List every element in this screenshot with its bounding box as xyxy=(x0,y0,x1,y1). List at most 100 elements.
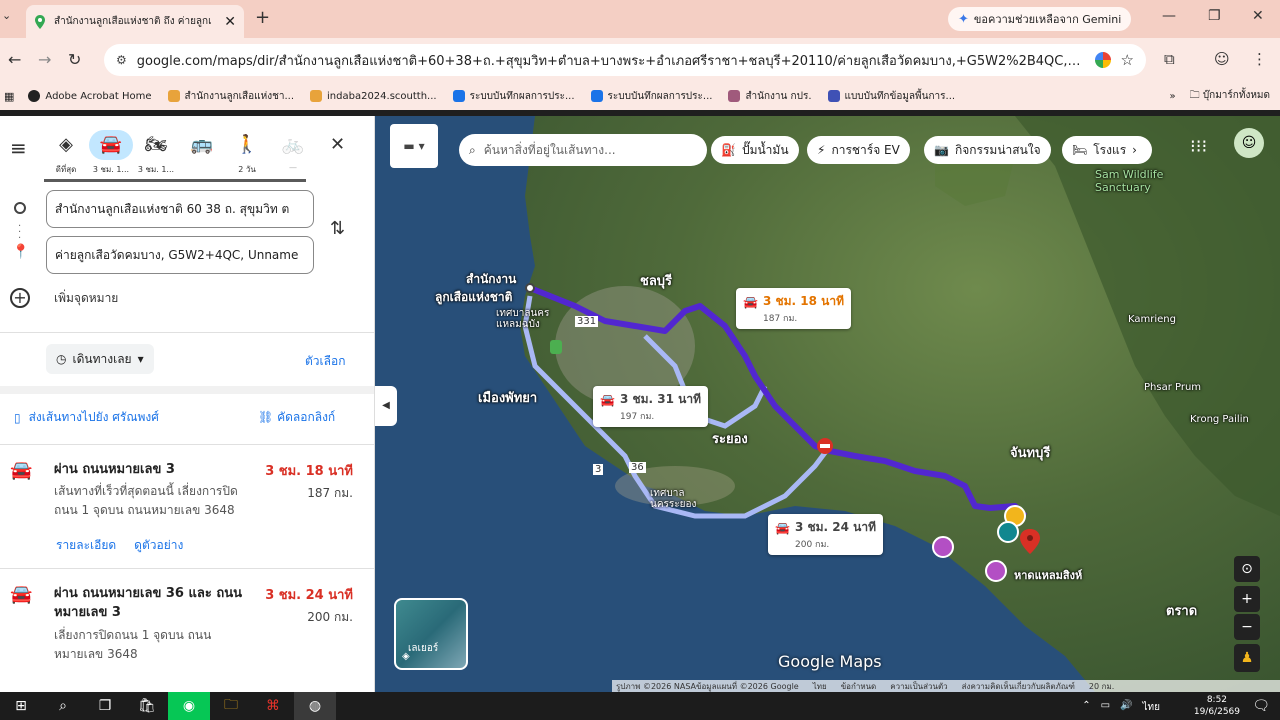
search-along-route-input[interactable]: ⌕ ค้นหาสิ่งที่อยู่ในเส้นทาง... xyxy=(459,134,707,166)
route-option[interactable]: 🚘 ผ่าน ถนนหมายเลข 36 และ ถนนหมายเลข 3 3 … xyxy=(0,584,374,692)
all-bookmarks-folder[interactable]: 🗀 บุ๊กมาร์กทั้งหมด xyxy=(1190,88,1270,105)
start-button[interactable]: ⊞ xyxy=(0,692,42,720)
chrome-icon[interactable]: ◍ xyxy=(294,692,336,720)
chevron-up-icon[interactable]: ⌃ xyxy=(1082,700,1090,715)
street-view-pegman-icon[interactable]: ♟ xyxy=(1234,644,1260,672)
new-tab-button[interactable]: + xyxy=(255,7,270,28)
layers-button[interactable]: ◈ เลเยอร์ xyxy=(394,598,468,670)
gemini-button[interactable]: ✦ ขอความช่วยเหลือจาก Gemini xyxy=(948,7,1132,31)
bookmark-item[interactable]: แบบบันทึกข้อมูลพื้นการ... xyxy=(827,89,955,104)
search-icon[interactable]: ⌕ xyxy=(42,692,84,720)
route-callout-primary[interactable]: 🚘 3 ชม. 18 นาที 187 กม. xyxy=(736,288,851,329)
my-location-button[interactable]: ⊙ xyxy=(1234,556,1260,582)
map-label-krong-pailin: Krong Pailin xyxy=(1190,414,1249,425)
copy-link-button[interactable]: ⛓ คัดลอกลิงก์ xyxy=(258,408,335,427)
chip-attractions[interactable]: 📷 กิจกรรมน่าสนใจ xyxy=(924,136,1051,164)
directions-pane: ≡ ◈ ดีที่สุด 🚘 3 ชม. 1... 🏍 3 ชม. 1... 🚌… xyxy=(0,116,375,692)
extensions-icon[interactable]: ⧉ xyxy=(1164,50,1175,68)
route-callout-alt[interactable]: 🚘 3 ชม. 24 นาที 200 กม. xyxy=(768,514,883,555)
network-icon[interactable]: ▭ xyxy=(1101,700,1110,715)
browser-menu-icon[interactable]: ⋮ xyxy=(1252,50,1267,68)
plus-circle-icon: + xyxy=(10,288,30,308)
car-icon: 🚘 xyxy=(775,520,790,535)
mode-car[interactable]: 🚘 3 ชม. 1... xyxy=(89,130,133,176)
hamburger-menu-icon[interactable]: ≡ xyxy=(10,136,27,160)
clock-date: 19/6/2569 xyxy=(1193,707,1240,717)
google-maps-logo: Google Maps xyxy=(778,652,882,671)
route-callout-alt[interactable]: 🚘 3 ชม. 31 นาที 197 กม. xyxy=(593,386,708,427)
bookmark-star-icon[interactable]: ☆ xyxy=(1121,51,1134,69)
send-to-phone-button[interactable]: ▯ ส่งเส้นทางไปยัง ศรัณพงศ์ xyxy=(14,408,159,427)
destination-input[interactable]: ค่ายลูกเสือวัดคมบาง, G5W2+4QC, Unname xyxy=(46,236,314,274)
minimize-button[interactable]: — xyxy=(1162,8,1176,24)
bookmark-item[interactable]: Adobe Acrobat Home xyxy=(28,90,152,102)
layer-toggle-button[interactable]: ▬ ▾ xyxy=(390,124,438,168)
reload-button[interactable]: ↻ xyxy=(68,50,81,69)
store-icon[interactable]: 🛍 xyxy=(126,692,168,720)
send-to-phone-label: ส่งเส้นทางไปยัง ศรัณพงศ์ xyxy=(28,410,159,424)
privacy-link[interactable]: ความเป็นส่วนตัว xyxy=(890,680,947,692)
close-directions-button[interactable]: ✕ xyxy=(330,134,345,155)
chevron-right-icon[interactable]: › xyxy=(1132,143,1137,157)
apps-grid-icon[interactable]: ▦ xyxy=(4,90,14,103)
zoom-in-button[interactable]: + xyxy=(1234,586,1260,612)
mode-best[interactable]: ◈ ดีที่สุด xyxy=(44,130,88,176)
profile-avatar[interactable]: ☺ xyxy=(1214,50,1230,68)
bookmark-item[interactable]: สำนักงาน กปร. xyxy=(728,89,812,104)
chip-ev-charging[interactable]: ⚡ การชาร์จ EV xyxy=(807,136,910,164)
tab-search-icon[interactable]: ⌄ xyxy=(2,9,11,22)
file-explorer-icon[interactable]: 🗀 xyxy=(210,692,252,720)
address-bar[interactable]: ⚙ google.com/maps/dir/สำนักงานลูกเสือแห่… xyxy=(104,44,1146,76)
restore-button[interactable]: ❐ xyxy=(1208,8,1221,24)
line-app-icon[interactable]: ◉ xyxy=(168,692,210,720)
tab-title: สำนักงานลูกเสือแห่งชาติ ถึง ค่ายลูกเ xyxy=(54,16,212,27)
origin-dot-icon xyxy=(14,202,26,214)
task-view-icon[interactable]: ❐ xyxy=(84,692,126,720)
chip-hotels[interactable]: 🛏 โรงแร › xyxy=(1062,136,1152,164)
dropdown-arrow-icon: ▾ xyxy=(418,139,425,153)
zoom-out-button[interactable]: − xyxy=(1234,614,1260,640)
feedback-link[interactable]: ส่งความคิดเห็นเกี่ยวกับผลิตภัณฑ์ xyxy=(962,680,1075,692)
mode-bike[interactable]: 🚲 — xyxy=(271,130,315,172)
tab-close-icon[interactable]: ✕ xyxy=(224,14,236,30)
language-indicator[interactable]: ไทย xyxy=(1143,700,1160,715)
details-link[interactable]: รายละเอียด xyxy=(56,536,116,555)
google-apps-icon[interactable]: ⁝⁝⁝ xyxy=(1190,136,1207,157)
bookmarks-more-button[interactable]: » xyxy=(1170,91,1176,102)
map-label-kamrieng: Kamrieng xyxy=(1128,314,1176,325)
bookmark-item[interactable]: indaba2024.scoutth... xyxy=(310,90,437,102)
add-destination-button[interactable]: + เพิ่มจุดหมาย xyxy=(10,288,118,308)
close-window-button[interactable]: ✕ xyxy=(1252,8,1264,24)
volume-icon[interactable]: 🔊 xyxy=(1120,700,1132,715)
system-tray: ⌃ ▭ 🔊 ไทย xyxy=(1082,700,1160,715)
collapse-pane-button[interactable]: ◀ xyxy=(375,386,397,426)
swap-icon[interactable]: ⇅ xyxy=(330,218,345,239)
tab-active[interactable]: สำนักงานลูกเสือแห่งชาติ ถึง ค่ายลูกเ ✕ xyxy=(26,5,244,38)
clock[interactable]: 8:52 19/6/2569 xyxy=(1194,694,1240,718)
site-info-icon[interactable]: ⚙ xyxy=(116,53,127,67)
origin-input[interactable]: สำนักงานลูกเสือแห่งชาติ 60 38 ถ. สุขุมวิ… xyxy=(46,190,314,228)
depart-now-dropdown[interactable]: ◷ เดินทางเลย ▾ xyxy=(46,344,154,374)
mode-transit[interactable]: 🚌 xyxy=(180,130,224,163)
chip-gas[interactable]: ⛽ ปั๊มน้ำมัน xyxy=(711,136,799,164)
bookmark-item[interactable]: สำนักงานลูกเสือแห่งชา... xyxy=(167,89,294,104)
bookmark-item[interactable]: ระบบบันทึกผลการประ... xyxy=(452,89,575,104)
mode-walk[interactable]: 🚶 2 วัน xyxy=(225,130,269,176)
options-button[interactable]: ตัวเลือก xyxy=(305,352,345,371)
map-label-rayong: ระยอง xyxy=(712,432,748,447)
acrobat-icon[interactable]: ⌘ xyxy=(252,692,294,720)
mode-motorcycle[interactable]: 🏍 3 ชม. 1... xyxy=(134,130,178,176)
preview-link[interactable]: ดูตัวอย่าง xyxy=(134,536,183,555)
bed-icon: 🛏 xyxy=(1072,143,1088,157)
maps-app-icon[interactable] xyxy=(1094,52,1111,68)
bookmark-item[interactable]: ระบบบันทึกผลการประ... xyxy=(590,89,712,104)
walk-icon: 🚶 xyxy=(235,134,259,155)
route-option[interactable]: 🚘 ผ่าน ถนนหมายเลข 3 3 ชม. 18 นาที 187 กม… xyxy=(0,460,374,570)
keyboard-icon: ▬ xyxy=(403,139,415,153)
language-link[interactable]: ไทย xyxy=(813,680,827,692)
account-avatar[interactable]: ☺ xyxy=(1234,128,1264,158)
forward-button[interactable]: → xyxy=(38,50,51,69)
terms-link[interactable]: ข้อกำหนด xyxy=(841,680,877,692)
notification-icon[interactable]: 🗨 xyxy=(1252,698,1270,714)
back-button[interactable]: ← xyxy=(8,50,21,69)
